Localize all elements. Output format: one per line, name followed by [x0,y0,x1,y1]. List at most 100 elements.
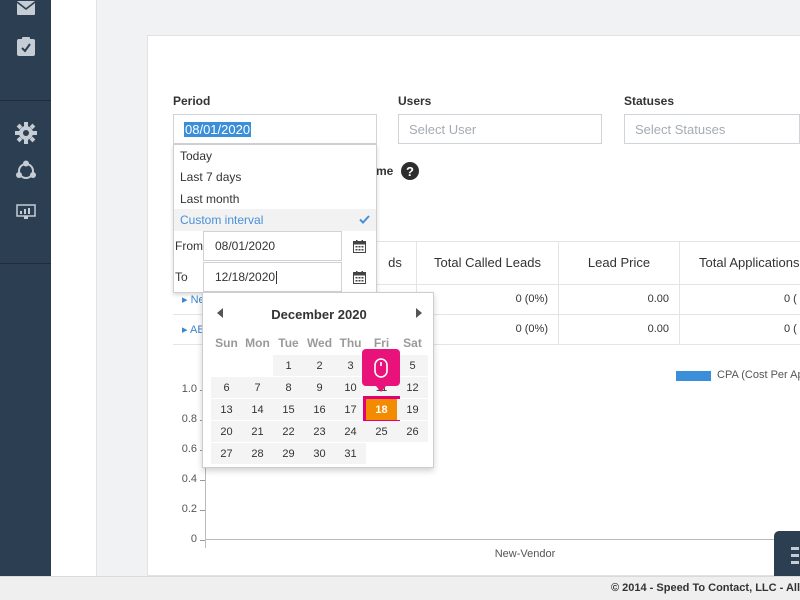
calendar-icon[interactable] [342,262,377,292]
calendar-day[interactable]: 26 [397,421,428,442]
calendar-day[interactable]: 24 [335,421,366,442]
y-tick-label: 0.6 [181,443,197,455]
y-tick-label: 1.0 [181,383,197,395]
weekday-label: Sun [215,336,238,350]
period-dropdown: Today Last 7 days Last month Custom inte… [173,144,377,293]
column-header-called-leads: Total Called Leads [434,255,541,270]
table-cell: 0.00 [647,293,669,305]
period-option-today[interactable]: Today [174,145,376,167]
calendar-day[interactable]: 7 [242,377,273,398]
calendar-day[interactable]: 20 [211,421,242,442]
copyright-text: © 2014 - Speed To Contact, LLC - All [610,582,800,594]
calendar-day[interactable]: 28 [242,443,273,464]
table-cell: 0 ( [784,323,797,335]
calendar-day[interactable]: 12 [397,377,428,398]
column-header-lead-price: Lead Price [587,255,651,270]
calendar-day[interactable]: 21 [242,421,273,442]
footer: © 2014 - Speed To Contact, LLC - All [0,576,800,600]
period-option-last-7-days[interactable]: Last 7 days [174,166,376,188]
calendar-day[interactable]: 19 [397,399,428,420]
mouse-click-indicator [362,349,400,392]
custom-interval-label: Custom interval [180,213,264,227]
mail-icon[interactable] [0,0,51,24]
calendar-day[interactable]: 30 [304,443,335,464]
statuses-label: Statuses [624,94,675,108]
y-tick [200,510,205,511]
period-option-last-month[interactable]: Last month [174,188,376,210]
y-tick-label: 0.2 [181,503,197,515]
sidebar-divider [0,100,51,101]
weekday-label: Fri [373,336,390,350]
calendar-day[interactable]: 6 [211,377,242,398]
secondary-nav [51,0,97,576]
table-cell: 0 (0%) [515,293,548,305]
y-tick-label: 0.8 [181,413,197,425]
checklist-icon[interactable] [0,31,51,63]
calendar-day[interactable]: 23 [304,421,335,442]
x-category-label: New-Vendor [494,548,556,560]
table-cell: 0 (0%) [515,323,548,335]
table-top-border [377,241,800,242]
calendar-day[interactable]: 29 [273,443,304,464]
to-date-input[interactable]: 12/18/2020 [203,262,342,292]
y-tick [200,540,205,541]
weekday-label: Thu [339,336,362,350]
calendar-day[interactable]: 16 [304,399,335,420]
from-label: From [175,239,203,253]
period-option-custom-interval[interactable]: Custom interval [174,209,376,231]
y-tick-label: 0.4 [181,473,197,485]
from-date-input[interactable]: 08/01/2020 [203,231,342,261]
y-tick [200,480,205,481]
weekday-label: Tue [278,336,299,350]
weekday-label: Mon [245,336,270,350]
users-select[interactable]: Select User [398,114,602,144]
legend-label: CPA (Cost Per Ap [717,369,800,381]
calendar-day-selected[interactable]: 18 [363,396,400,423]
statuses-select[interactable]: Select Statuses [624,114,800,144]
checkmark-icon [359,215,370,224]
chart-x-axis [205,539,800,540]
legend-swatch [676,371,711,381]
calendar-day[interactable]: 1 [273,355,304,376]
table-col-border [679,241,680,344]
calendar-day[interactable]: 8 [273,377,304,398]
option-label-partial: me [376,164,394,178]
calendar-icon[interactable] [342,231,377,261]
mouse-icon [374,357,388,378]
gear-icon[interactable] [0,117,51,149]
integrations-icon[interactable] [0,155,51,187]
calendar-day[interactable]: 5 [397,355,428,376]
to-label: To [175,270,188,284]
calendar-day[interactable]: 13 [211,399,242,420]
period-input[interactable]: 08/01/2020 [173,114,377,144]
calendar-day[interactable]: 22 [273,421,304,442]
users-label: Users [398,94,432,108]
calendar-day[interactable]: 2 [304,355,335,376]
help-icon[interactable]: ? [401,162,419,180]
to-date-value: 12/18/2020 [215,270,276,284]
calendar-day[interactable]: 25 [366,421,397,442]
period-input-value: 08/01/2020 [184,121,252,137]
calendar-day[interactable]: 14 [242,399,273,420]
datepicker-month[interactable]: December [271,307,334,322]
table-cell: 0 ( [784,293,797,305]
weekday-label: Wed [306,336,333,350]
text-cursor [276,270,278,284]
reports-icon[interactable] [0,196,51,228]
calendar-day[interactable]: 27 [211,443,242,464]
weekday-label: Sat [403,336,422,350]
period-label: Period [173,94,211,108]
table-cell: 0.00 [647,323,669,335]
next-month-icon[interactable] [416,308,422,318]
calendar-day[interactable]: 31 [335,443,366,464]
floating-menu-button[interactable] [774,531,800,576]
calendar-day[interactable]: 9 [304,377,335,398]
calendar-day[interactable]: 17 [335,399,366,420]
column-header-leads: ds [388,255,402,270]
datepicker-title: December 2020 [203,307,435,322]
calendar-day[interactable]: 15 [273,399,304,420]
sidebar-divider [0,263,51,264]
column-header-total-applications: Total Applications [699,255,800,270]
sidebar [0,0,51,576]
datepicker-year[interactable]: 2020 [338,307,367,322]
